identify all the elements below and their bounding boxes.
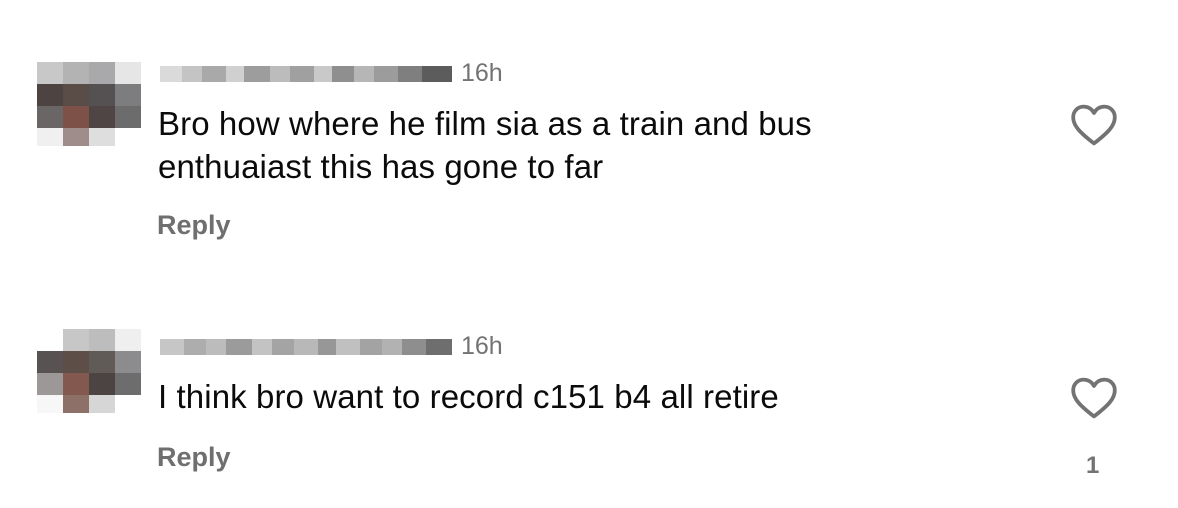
- comment-text: Bro how where he film sia as a train and…: [158, 102, 812, 188]
- comment-text: I think bro want to record c151 b4 all r…: [158, 375, 779, 418]
- like-count: 1: [1086, 452, 1100, 479]
- avatar[interactable]: [37, 329, 141, 413]
- comment-timestamp: 16h: [461, 59, 503, 87]
- username-blurred[interactable]: [160, 66, 452, 82]
- like-button[interactable]: [1069, 376, 1119, 420]
- heart-outline-icon: [1071, 104, 1117, 146]
- heart-outline-icon: [1071, 377, 1117, 419]
- comment-text-line: Bro how where he film sia as a train and…: [158, 105, 812, 142]
- username-blurred[interactable]: [160, 339, 452, 355]
- avatar[interactable]: [37, 62, 141, 146]
- reply-button[interactable]: Reply: [157, 444, 231, 471]
- comment: 16h Bro how where he film sia as a train…: [0, 0, 1178, 254]
- comment-text-line: enthuaiast this has gone to far: [158, 148, 604, 185]
- comment-text-line: I think bro want to record c151 b4 all r…: [158, 378, 779, 415]
- comment: 16h I think bro want to record c151 b4 a…: [0, 254, 1178, 508]
- like-button[interactable]: [1069, 103, 1119, 147]
- reply-button[interactable]: Reply: [157, 212, 231, 239]
- comment-timestamp: 16h: [461, 332, 503, 360]
